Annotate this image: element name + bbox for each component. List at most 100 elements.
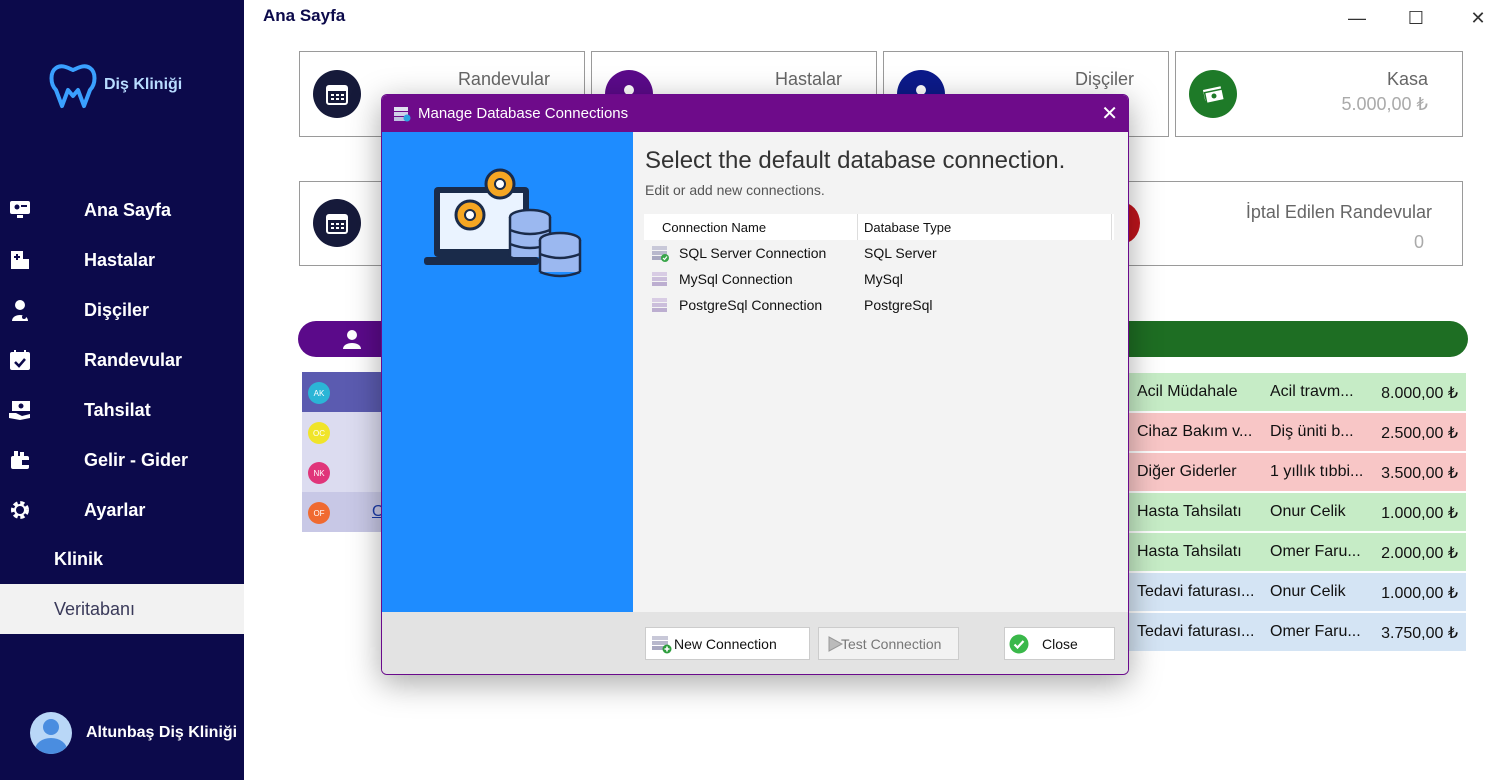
list-item[interactable]: NK bbox=[302, 452, 382, 492]
transaction-amount: 2.500,00 ₺ bbox=[1381, 425, 1458, 442]
transaction-description: Omer Faru... bbox=[1270, 623, 1361, 640]
sidebar-item-ayarlar[interactable]: Ayarlar bbox=[0, 485, 244, 535]
check-circle-icon bbox=[1009, 634, 1029, 654]
table-row[interactable]: Diğer Giderler 1 yıllık tıbbi... 3.500,0… bbox=[1128, 453, 1466, 491]
table-row[interactable]: Cihaz Bakım v... Diş üniti b... 2.500,00… bbox=[1128, 413, 1466, 451]
transaction-category: Tedavi faturası... bbox=[1137, 583, 1255, 600]
connection-name: PostgreSql Connection bbox=[679, 297, 823, 313]
button-label: Close bbox=[1042, 635, 1078, 652]
transaction-category: Hasta Tahsilatı bbox=[1137, 543, 1242, 560]
sidebar-item-label: Randevular bbox=[84, 349, 183, 370]
card-iptal[interactable]: İptal Edilen Randevular 0 bbox=[1102, 181, 1463, 266]
doctor-icon bbox=[8, 298, 32, 322]
connection-row[interactable]: PostgreSql Connection PostgreSql bbox=[644, 292, 1114, 318]
sidebar-subitem-klinik[interactable]: Klinik bbox=[0, 534, 244, 584]
dialog-titlebar: Manage Database Connections ✕ bbox=[382, 95, 1128, 132]
connection-name: MySql Connection bbox=[679, 271, 793, 287]
logo-text: Diş Kliniği bbox=[104, 76, 183, 93]
add-database-icon bbox=[652, 636, 672, 654]
page-title: Ana Sayfa bbox=[263, 6, 346, 25]
transaction-category: Tedavi faturası... bbox=[1137, 623, 1255, 640]
transaction-category: Acil Müdahale bbox=[1137, 383, 1238, 400]
transaction-description: Onur Celik bbox=[1270, 583, 1346, 600]
connection-row[interactable]: SQL Server Connection SQL Server bbox=[644, 240, 1114, 266]
connection-row[interactable]: MySql Connection MySql bbox=[644, 266, 1114, 292]
connection-type: PostgreSql bbox=[864, 297, 933, 313]
hospital-icon bbox=[8, 248, 32, 272]
sidebar-item-randevular[interactable]: Randevular bbox=[0, 335, 244, 385]
patient-avatar: NK bbox=[308, 462, 330, 484]
laptop-database-gears-icon bbox=[424, 168, 582, 278]
close-window-button[interactable]: ✕ bbox=[1465, 6, 1491, 30]
card-value: 0 bbox=[1413, 232, 1424, 252]
database-icon bbox=[394, 107, 411, 122]
transaction-description: Onur Celik bbox=[1270, 503, 1346, 520]
sidebar-item-label: Ana Sayfa bbox=[84, 199, 172, 220]
card-title: Hastalar bbox=[774, 69, 842, 89]
test-connection-button[interactable]: Test Connection bbox=[818, 627, 959, 660]
transaction-amount: 2.000,00 ₺ bbox=[1381, 545, 1458, 562]
card-title: Kasa bbox=[1386, 69, 1428, 89]
card-kasa[interactable]: Kasa 5.000,00 ₺ bbox=[1175, 51, 1463, 137]
user-icon bbox=[343, 330, 361, 349]
profile-name: Altunbaş Diş Kliniği bbox=[86, 724, 238, 741]
maximize-button[interactable]: ☐ bbox=[1403, 6, 1429, 30]
sidebar-item-ana-sayfa[interactable]: Ana Sayfa bbox=[0, 185, 244, 235]
transaction-category: Cihaz Bakım v... bbox=[1137, 423, 1253, 440]
app-logo: Diş Kliniği bbox=[46, 60, 182, 110]
sidebar: Diş Kliniği Ana Sayfa Hastalar Dişçiler … bbox=[0, 0, 244, 780]
list-item[interactable]: AK bbox=[302, 372, 382, 412]
list-item[interactable]: OF O bbox=[302, 492, 384, 532]
patient-avatar: AK bbox=[308, 382, 330, 404]
sidebar-item-label: Dişçiler bbox=[84, 299, 150, 320]
sidebar-subitem-label: Klinik bbox=[54, 548, 104, 569]
patient-avatar: OF bbox=[308, 502, 330, 524]
transaction-description: Acil travm... bbox=[1270, 383, 1354, 400]
column-header-name[interactable]: Connection Name bbox=[662, 220, 766, 235]
manage-connections-dialog: Manage Database Connections ✕ Select the… bbox=[381, 94, 1129, 675]
table-row[interactable]: Acil Müdahale Acil travm... 8.000,00 ₺ bbox=[1128, 373, 1466, 411]
connection-type: SQL Server bbox=[864, 245, 937, 261]
card-title: Randevular bbox=[457, 69, 550, 89]
sidebar-item-label: Tahsilat bbox=[84, 399, 151, 420]
table-row[interactable]: Hasta Tahsilatı Onur Celik 1.000,00 ₺ bbox=[1128, 493, 1466, 531]
transactions-header-bar bbox=[1090, 321, 1468, 357]
sidebar-item-tahsilat[interactable]: Tahsilat bbox=[0, 385, 244, 435]
tooth-logo-icon bbox=[49, 64, 97, 108]
calendar-icon bbox=[313, 199, 361, 247]
list-item[interactable]: OC bbox=[302, 412, 382, 452]
table-row[interactable]: Tedavi faturası... Omer Faru... 3.750,00… bbox=[1128, 613, 1466, 651]
transaction-description: Diş üniti b... bbox=[1270, 423, 1354, 440]
sidebar-item-hastalar[interactable]: Hastalar bbox=[0, 235, 244, 285]
sidebar-subitem-label: Veritabanı bbox=[54, 598, 136, 619]
database-icon bbox=[652, 298, 667, 312]
dialog-side-panel bbox=[382, 132, 633, 612]
transaction-category: Hasta Tahsilatı bbox=[1137, 503, 1242, 520]
user-profile[interactable]: Altunbaş Diş Kliniği bbox=[30, 712, 237, 754]
minimize-button[interactable]: — bbox=[1344, 6, 1370, 30]
column-header-type[interactable]: Database Type bbox=[864, 220, 951, 235]
sidebar-item-label: Ayarlar bbox=[84, 499, 146, 520]
close-button[interactable]: Close bbox=[1004, 627, 1115, 660]
transaction-amount: 1.000,00 ₺ bbox=[1381, 505, 1458, 522]
transaction-amount: 8.000,00 ₺ bbox=[1381, 385, 1458, 402]
table-row[interactable]: Hasta Tahsilatı Omer Faru... 2.000,00 ₺ bbox=[1128, 533, 1466, 571]
connection-name: SQL Server Connection bbox=[679, 245, 827, 261]
new-connection-button[interactable]: New Connection bbox=[645, 627, 810, 660]
sidebar-subitem-veritabani[interactable]: Veritabanı bbox=[0, 584, 244, 634]
dialog-close-icon[interactable]: ✕ bbox=[1101, 101, 1118, 126]
money-icon bbox=[1189, 70, 1237, 118]
card-value: 5.000,00 ₺ bbox=[1341, 94, 1428, 114]
transaction-amount: 1.000,00 ₺ bbox=[1381, 585, 1458, 602]
sidebar-item-gelir-gider[interactable]: Gelir - Gider bbox=[0, 435, 244, 485]
sidebar-item-disciler[interactable]: Dişçiler bbox=[0, 285, 244, 335]
sidebar-item-label: Hastalar bbox=[84, 249, 156, 270]
card-title: Dişçiler bbox=[1074, 69, 1134, 89]
payment-icon bbox=[8, 398, 32, 422]
database-icon bbox=[652, 272, 667, 286]
calendar-check-icon bbox=[8, 348, 32, 372]
grid-header: Connection Name Database Type bbox=[644, 214, 1114, 240]
dialog-subheading: Edit or add new connections. bbox=[645, 182, 825, 198]
table-row[interactable]: Tedavi faturası... Onur Celik 1.000,00 ₺ bbox=[1128, 573, 1466, 611]
default-database-icon bbox=[652, 246, 669, 262]
